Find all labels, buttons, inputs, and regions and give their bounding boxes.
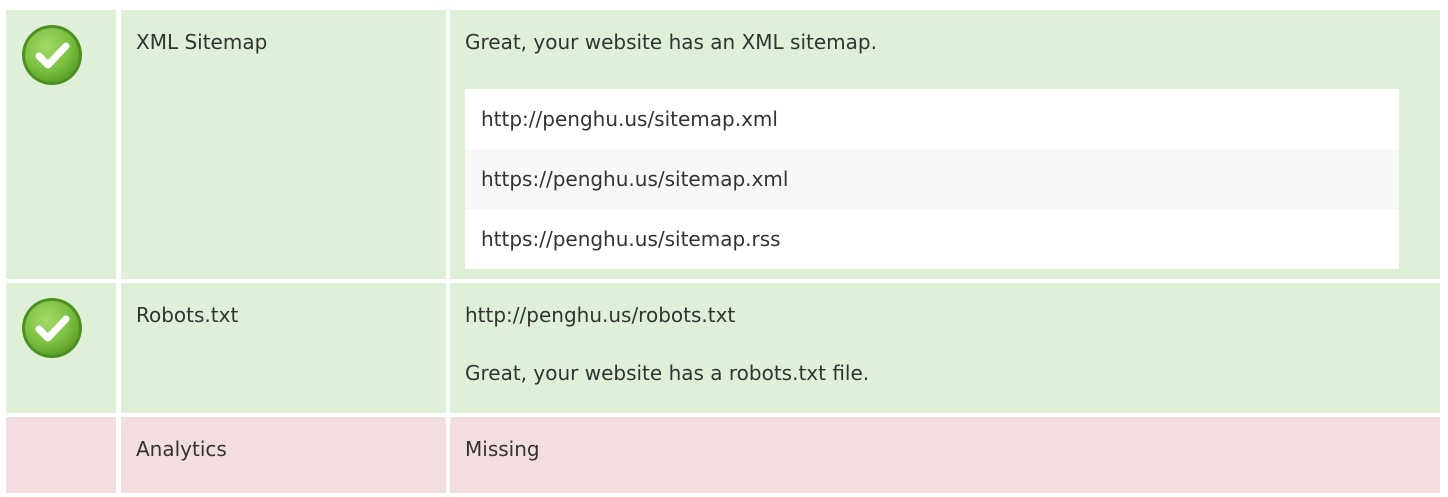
robots-url[interactable]: http://penghu.us/robots.txt	[465, 303, 1440, 327]
robots-message: Great, your website has a robots.txt fil…	[465, 361, 870, 385]
analytics-status: Missing	[465, 437, 540, 461]
status-cell	[6, 283, 116, 413]
sitemap-url[interactable]: http://penghu.us/sitemap.xml	[465, 89, 1399, 149]
row-robots-txt: Robots.txt http://penghu.us/robots.txt G…	[6, 283, 1440, 413]
sitemap-url[interactable]: https://penghu.us/sitemap.xml	[465, 149, 1399, 209]
check-circle-icon	[22, 25, 82, 85]
check-result: Great, your website has an XML sitemap. …	[450, 10, 1440, 279]
seo-checks-table: XML Sitemap Great, your website has an X…	[6, 10, 1440, 493]
check-label: XML Sitemap	[121, 10, 446, 279]
check-circle-icon	[22, 298, 82, 358]
sitemap-url-list: http://penghu.us/sitemap.xml https://pen…	[465, 89, 1399, 269]
row-analytics: Analytics Missing	[6, 417, 1440, 493]
sitemap-message: Great, your website has an XML sitemap.	[465, 30, 877, 54]
label-analytics: Analytics	[136, 437, 227, 461]
status-cell	[6, 10, 116, 279]
label-xml-sitemap: XML Sitemap	[136, 30, 268, 54]
sitemap-url[interactable]: https://penghu.us/sitemap.rss	[465, 209, 1399, 269]
status-cell	[6, 417, 116, 493]
check-label: Robots.txt	[121, 283, 446, 413]
label-robots-txt: Robots.txt	[136, 303, 239, 327]
check-result: Missing	[450, 417, 1440, 493]
check-result: http://penghu.us/robots.txt Great, your …	[450, 283, 1440, 413]
check-label: Analytics	[121, 417, 446, 493]
row-xml-sitemap: XML Sitemap Great, your website has an X…	[6, 10, 1440, 279]
